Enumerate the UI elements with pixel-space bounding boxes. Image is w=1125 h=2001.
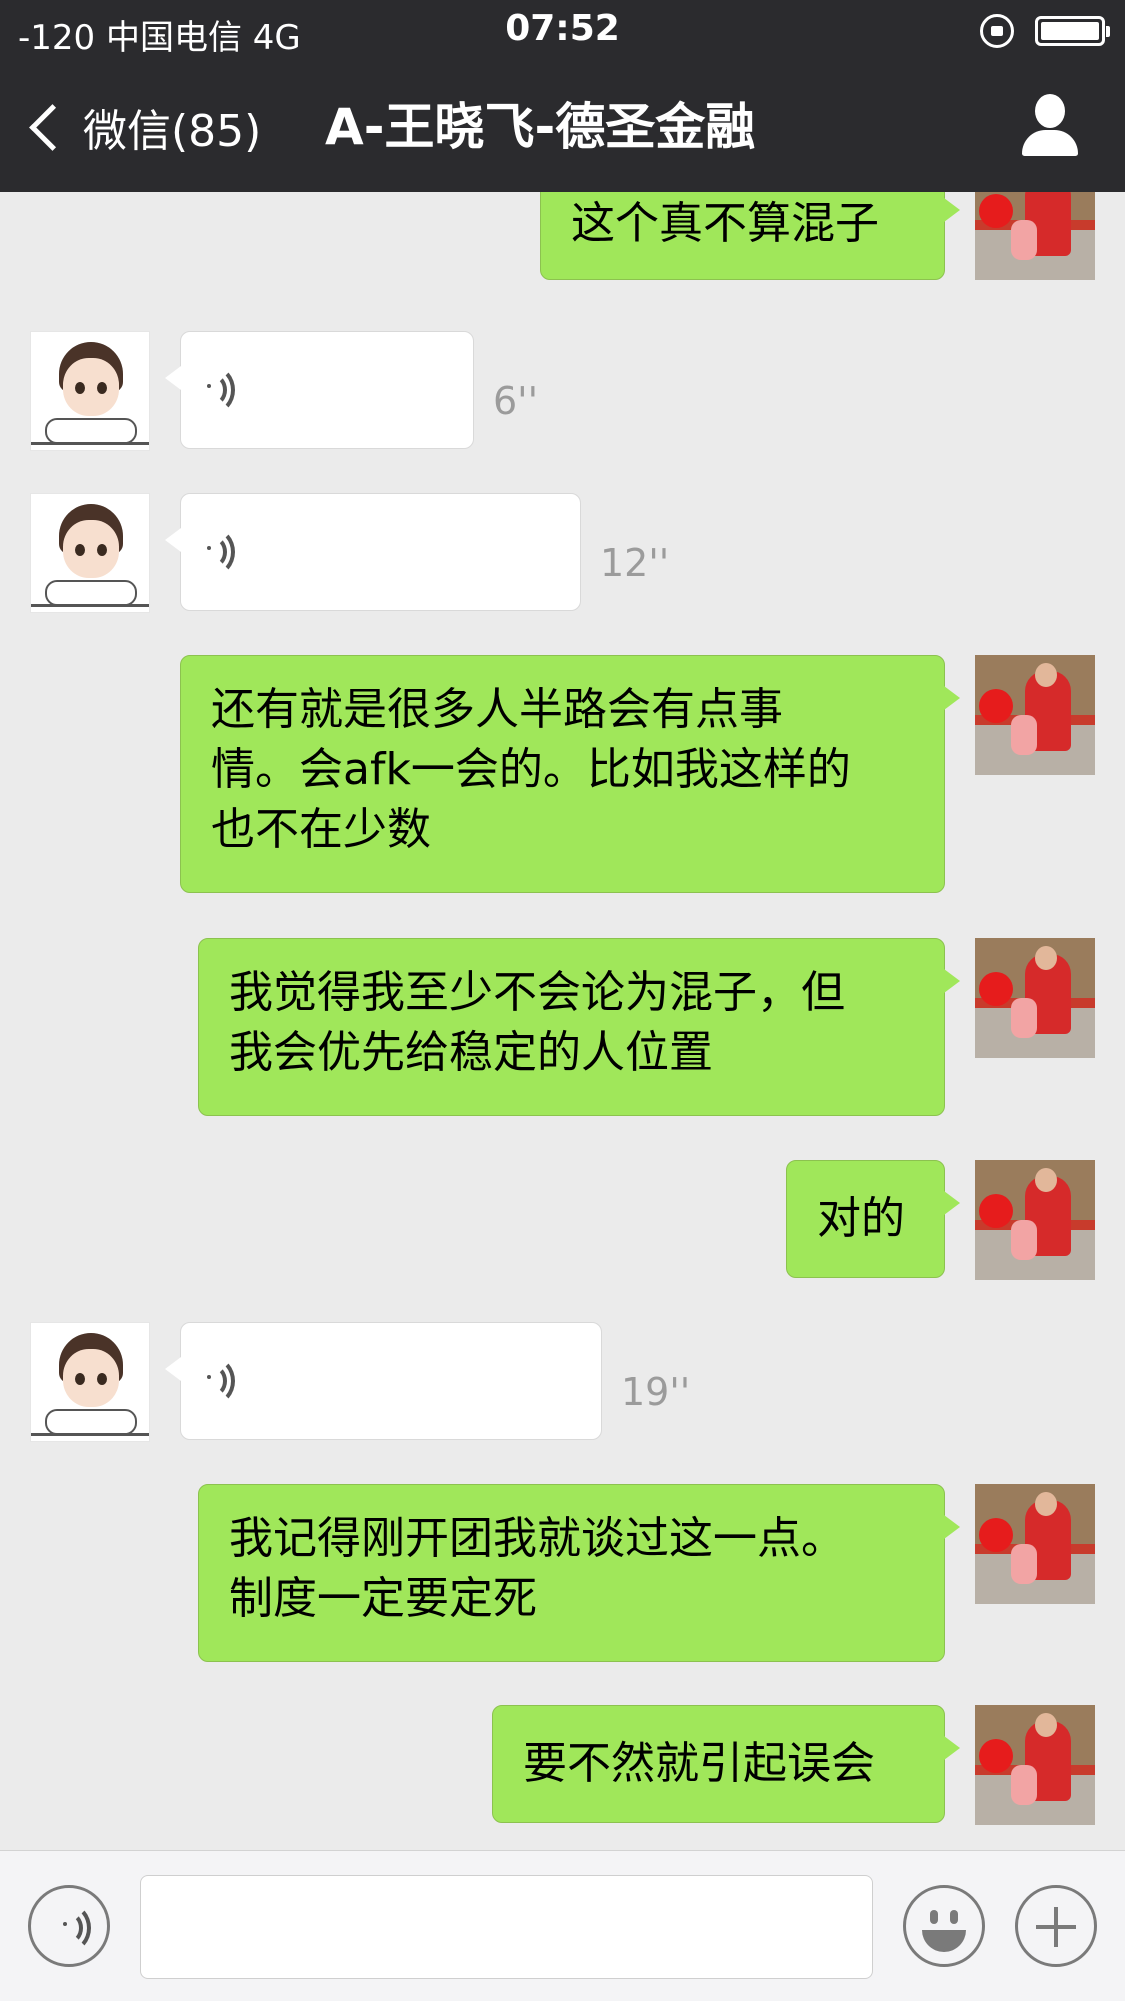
message-line: 也不在少数 xyxy=(211,804,431,855)
emoji-icon xyxy=(930,1910,938,1924)
message-bubble-sent[interactable]: 我记得刚开团我就谈过这一点。 制度一定要定死 xyxy=(198,1484,960,1662)
voice-duration: 19'' xyxy=(621,1370,691,1414)
chevron-left-icon xyxy=(29,103,76,151)
message-bubble-sent[interactable]: 我觉得我至少不会论为混子，但 我会优先给稳定的人位置 xyxy=(198,938,960,1116)
message-bubble-sent[interactable]: 还有就是很多人半路会有点事 情。会afk一会的。比如我这样的 也不在少数 xyxy=(180,655,960,893)
contact-avatar[interactable] xyxy=(30,493,150,613)
message-line: 制度一定要定死 xyxy=(229,1573,537,1624)
message-bubble-sent[interactable]: 要不然就引起误会 xyxy=(492,1705,960,1823)
more-options-button[interactable] xyxy=(1015,1885,1097,1967)
my-avatar[interactable] xyxy=(975,655,1095,775)
message-text: 要不然就引起误会 xyxy=(523,1738,875,1789)
status-bar: -120 中国电信 4G 07:52 xyxy=(0,0,1125,62)
message-line: 我记得刚开团我就谈过这一点。 xyxy=(229,1513,845,1564)
voice-wave-icon xyxy=(207,1357,249,1405)
voice-wave-icon xyxy=(207,528,249,576)
voice-duration: 6'' xyxy=(493,379,539,423)
back-label: 微信(85) xyxy=(83,106,262,157)
contact-profile-icon[interactable] xyxy=(1020,92,1080,162)
clock: 07:52 xyxy=(505,8,620,49)
chat-area[interactable]: 这个真不算混子 6'' 12'' 还有就是很多人半路会有点事 情。会afk一会的… xyxy=(0,192,1125,1850)
back-button[interactable]: 微信(85) xyxy=(28,62,261,192)
battery-icon xyxy=(1035,16,1110,46)
orientation-lock-icon xyxy=(980,14,1014,48)
contact-avatar[interactable] xyxy=(30,331,150,451)
message-line: 情。会afk一会的。比如我这样的 xyxy=(211,744,851,795)
message-line: 我觉得我至少不会论为混子，但 xyxy=(229,967,845,1018)
my-avatar[interactable] xyxy=(975,1160,1095,1280)
message-line: 还有就是很多人半路会有点事 xyxy=(211,684,783,735)
my-avatar[interactable] xyxy=(975,1484,1095,1604)
my-avatar[interactable] xyxy=(975,938,1095,1058)
voice-icon xyxy=(63,1904,105,1952)
contact-avatar[interactable] xyxy=(30,1322,150,1442)
voice-message-bubble[interactable] xyxy=(165,493,581,611)
nav-bar: 微信(85) A-王晓飞-德圣金融 xyxy=(0,62,1125,192)
voice-message-bubble[interactable] xyxy=(165,331,474,449)
voice-wave-icon xyxy=(207,366,249,414)
my-avatar[interactable] xyxy=(975,1705,1095,1825)
voice-message-bubble[interactable] xyxy=(165,1322,602,1440)
voice-input-button[interactable] xyxy=(28,1885,110,1967)
message-bubble-sent[interactable]: 对的 xyxy=(786,1160,960,1278)
message-input[interactable] xyxy=(140,1875,873,1979)
emoji-button[interactable] xyxy=(903,1885,985,1967)
message-bubble-sent[interactable]: 这个真不算混子 xyxy=(540,192,960,280)
voice-duration: 12'' xyxy=(600,541,670,585)
my-avatar[interactable] xyxy=(975,192,1095,280)
message-text: 这个真不算混子 xyxy=(571,197,879,249)
message-text: 对的 xyxy=(817,1193,905,1244)
message-line: 我会优先给稳定的人位置 xyxy=(229,1027,713,1078)
input-bar xyxy=(0,1850,1125,2001)
chat-title: A-王晓飞-德圣金融 xyxy=(325,98,756,156)
